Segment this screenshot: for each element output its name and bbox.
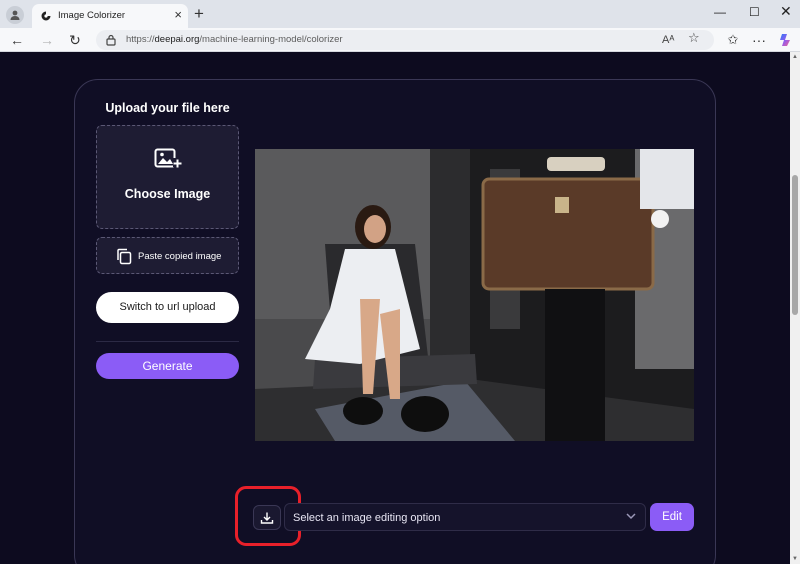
close-window-icon[interactable]: ✕ [780, 4, 792, 18]
generate-button[interactable]: Generate [96, 353, 239, 379]
editing-option-placeholder: Select an image editing option [293, 512, 441, 524]
url-host: deepai.org [154, 34, 200, 45]
choose-image-button[interactable]: Choose Image [96, 125, 239, 229]
add-image-icon [154, 148, 182, 168]
minimize-icon[interactable]: — [714, 5, 726, 19]
switch-url-upload-button[interactable]: Switch to url upload [96, 292, 239, 323]
tab-image-colorizer[interactable]: Image Colorizer × [32, 4, 188, 28]
tab-favicon-icon [41, 11, 51, 21]
choose-image-label: Choose Image [124, 187, 211, 201]
close-tab-icon[interactable]: × [174, 8, 182, 22]
maximize-icon[interactable]: ☐ [749, 5, 760, 19]
divider [96, 341, 239, 342]
address-bar[interactable]: https://deepai.org/machine-learning-mode… [96, 30, 714, 50]
account-icon[interactable] [6, 6, 24, 24]
more-icon[interactable]: ··· [750, 31, 768, 49]
url-prefix: https:// [126, 34, 155, 45]
tab-title: Image Colorizer [58, 10, 126, 21]
copilot-icon[interactable] [778, 32, 794, 48]
upload-title: Upload your file here [105, 101, 230, 115]
edit-button[interactable]: Edit [650, 503, 694, 531]
copy-icon [117, 248, 132, 265]
chevron-down-icon [626, 513, 636, 520]
reload-icon[interactable]: ↻ [66, 31, 84, 49]
editing-option-select[interactable]: Select an image editing option [284, 503, 646, 531]
url-path: /machine-learning-model/colorizer [199, 34, 343, 45]
scrollbar-thumb[interactable] [792, 175, 798, 315]
favorite-icon[interactable]: ☆ [688, 31, 700, 45]
paste-image-label: Paste copied image [138, 251, 222, 262]
new-tab-button[interactable]: + [194, 5, 204, 23]
lock-icon[interactable] [106, 34, 116, 46]
back-icon[interactable]: ← [8, 31, 26, 49]
scroll-down-icon[interactable]: ▼ [791, 556, 799, 562]
toolbar: ← → ↻ https://deepai.org/machine-learnin… [0, 28, 800, 52]
uploaded-photo [255, 149, 694, 441]
paste-image-button[interactable]: Paste copied image [96, 237, 239, 274]
tab-strip: Image Colorizer × + — ☐ ✕ [0, 0, 800, 28]
read-aloud-icon[interactable]: Aᴬ [662, 33, 674, 47]
url-text: https://deepai.org/machine-learning-mode… [126, 34, 343, 45]
scrollbar[interactable]: ▲ ▼ [790, 52, 800, 564]
scroll-up-icon[interactable]: ▲ [791, 54, 799, 60]
favorites-bar-icon[interactable]: ✩ [724, 31, 742, 49]
forward-icon[interactable]: → [38, 31, 56, 49]
